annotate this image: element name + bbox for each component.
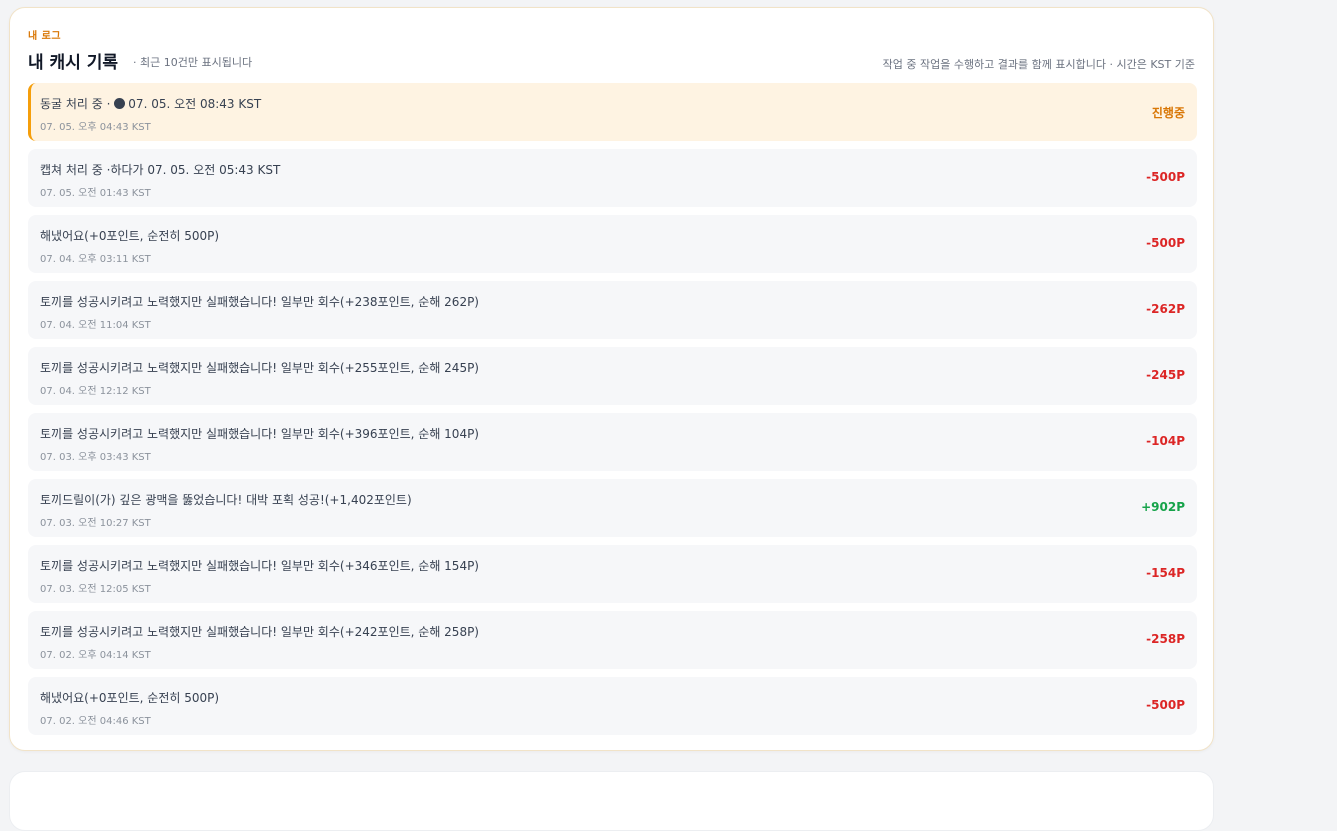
- log-entry-message: 토끼를 성공시키려고 노력했지만 실패했습니다! 일부만 회수(+396포인트,…: [40, 427, 479, 441]
- log-entry-message: 캡쳐 처리 중 ·하다가 07. 05. 오전 05:43 KST: [40, 163, 281, 177]
- log-entry-amount: -500P: [1146, 170, 1185, 184]
- log-entry: 캡쳐 처리 중 ·하다가 07. 05. 오전 05:43 KST 07. 05…: [28, 149, 1197, 207]
- log-entry-message-prefix: 동굴 처리 중 ·: [40, 97, 111, 111]
- next-section-card: [9, 771, 1214, 831]
- status-dot-icon: [114, 98, 126, 109]
- log-entry: 토끼를 성공시키려고 노력했지만 실패했습니다! 일부만 회수(+238포인트,…: [28, 281, 1197, 339]
- log-entry-time: 07. 03. 오전 12:05 KST: [40, 584, 151, 595]
- log-entry-message: 토끼를 성공시키려고 노력했지만 실패했습니다! 일부만 회수(+242포인트,…: [40, 625, 479, 639]
- log-entry: 토끼를 성공시키려고 노력했지만 실패했습니다! 일부만 회수(+346포인트,…: [28, 545, 1197, 603]
- log-entry-message: 토끼를 성공시키려고 노력했지만 실패했습니다! 일부만 회수(+346포인트,…: [40, 559, 479, 573]
- log-entry: 토끼를 성공시키려고 노력했지만 실패했습니다! 일부만 회수(+255포인트,…: [28, 347, 1197, 405]
- log-entry-message: 토끼를 성공시키려고 노력했지만 실패했습니다! 일부만 회수(+255포인트,…: [40, 361, 479, 375]
- log-entry-time: 07. 03. 오전 10:27 KST: [40, 518, 151, 529]
- log-entry: 해냈어요(+0포인트, 순전히 500P) 07. 02. 오전 04:46 K…: [28, 677, 1197, 735]
- cash-log-card: 내 로그 내 캐시 기록 · 최근 10건만 표시됩니다 작업 중 작업을 수행…: [9, 7, 1214, 751]
- log-entry-active: 동굴 처리 중 · 07. 05. 오전 08:43 KST 07. 05. 오…: [28, 83, 1197, 141]
- log-entry-time: 07. 04. 오후 03:11 KST: [40, 254, 151, 265]
- header-note: 작업 중 작업을 수행하고 결과를 함께 표시합니다 · 시간은 KST 기준: [882, 58, 1195, 71]
- log-entry-amount: +902P: [1141, 500, 1185, 514]
- log-entry: 토끼를 성공시키려고 노력했지만 실패했습니다! 일부만 회수(+242포인트,…: [28, 611, 1197, 669]
- log-entry-amount: -500P: [1146, 698, 1185, 712]
- log-entry-amount: -262P: [1146, 302, 1185, 316]
- log-entry-message: 해냈어요(+0포인트, 순전히 500P): [40, 229, 220, 243]
- log-entry-amount: -154P: [1146, 566, 1185, 580]
- log-entry: 토끼드릴이(가) 깊은 광맥을 뚫었습니다! 대박 포획 성공!(+1,402포…: [28, 479, 1197, 537]
- log-entry-amount: -104P: [1146, 434, 1185, 448]
- log-entry-amount: -245P: [1146, 368, 1185, 382]
- section-eyebrow: 내 로그: [28, 31, 62, 42]
- log-entry-time: 07. 02. 오후 04:14 KST: [40, 650, 151, 661]
- page-title: 내 캐시 기록: [28, 53, 119, 73]
- log-entry-message-time: 07. 05. 오전 08:43 KST: [128, 97, 262, 111]
- log-entry: 해냈어요(+0포인트, 순전히 500P) 07. 04. 오후 03:11 K…: [28, 215, 1197, 273]
- log-entry-amount: -258P: [1146, 632, 1185, 646]
- cash-log-list: 동굴 처리 중 · 07. 05. 오전 08:43 KST 07. 05. 오…: [28, 83, 1197, 743]
- log-entry-time: 07. 04. 오전 12:12 KST: [40, 386, 151, 397]
- log-entry-time: 07. 03. 오후 03:43 KST: [40, 452, 151, 463]
- log-entry-message: 동굴 처리 중 · 07. 05. 오전 08:43 KST: [40, 95, 261, 112]
- log-entry-time: 07. 04. 오전 11:04 KST: [40, 320, 151, 331]
- log-entry: 토끼를 성공시키려고 노력했지만 실패했습니다! 일부만 회수(+396포인트,…: [28, 413, 1197, 471]
- log-entry-time: 07. 05. 오전 01:43 KST: [40, 188, 151, 199]
- log-entry-message: 해냈어요(+0포인트, 순전히 500P): [40, 691, 220, 705]
- log-entry-message: 토끼를 성공시키려고 노력했지만 실패했습니다! 일부만 회수(+238포인트,…: [40, 295, 479, 309]
- page-subtitle: · 최근 10건만 표시됩니다: [133, 56, 253, 69]
- log-entry-amount: -500P: [1146, 236, 1185, 250]
- log-entry-time: 07. 05. 오후 04:43 KST: [40, 122, 151, 133]
- log-entry-status-badge: 진행중: [1151, 106, 1185, 120]
- log-entry-message: 토끼드릴이(가) 깊은 광맥을 뚫었습니다! 대박 포획 성공!(+1,402포…: [40, 493, 412, 507]
- log-entry-time: 07. 02. 오전 04:46 KST: [40, 716, 151, 727]
